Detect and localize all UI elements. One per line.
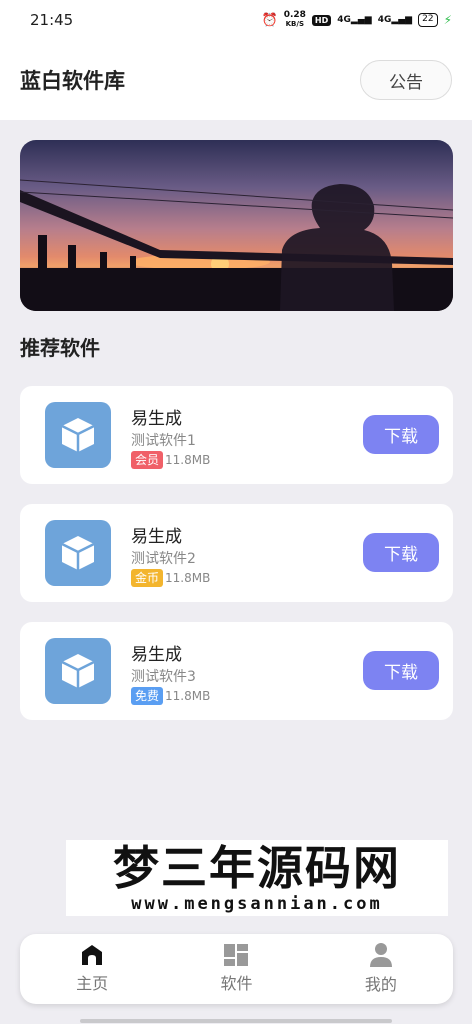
nav-label-software: 软件 <box>220 974 253 993</box>
home-indicator[interactable] <box>80 1019 392 1023</box>
cube-icon <box>45 638 111 704</box>
grid-icon <box>224 944 249 966</box>
banner-image[interactable] <box>20 140 453 311</box>
watermark-chinese: 梦三年源码网 <box>113 841 401 895</box>
app-card[interactable]: 易生成 测试软件1 会员 11.8MB 下载 <box>20 386 453 484</box>
app-meta: 会员 11.8MB <box>131 451 210 469</box>
status-icons: ⏰ 0.28 KB/S HD 4G▂▄▆ 4G▂▄▆ 22 ⚡ <box>262 11 452 29</box>
nav-label-profile: 我的 <box>364 975 397 994</box>
signal-1-label: 4G <box>337 15 351 25</box>
app-meta: 免费 11.8MB <box>131 687 210 705</box>
signal-icon-1: 4G▂▄▆ <box>337 15 372 25</box>
app-name: 易生成 <box>131 527 182 547</box>
nav-label-home: 主页 <box>76 974 109 993</box>
file-size: 11.8MB <box>165 571 211 585</box>
signal-icon-2: 4G▂▄▆ <box>377 15 413 25</box>
nav-item-profile[interactable]: 我的 <box>309 934 453 1004</box>
alarm-icon: ⏰ <box>261 12 278 28</box>
battery-icon: 22 <box>418 13 438 27</box>
app-name: 易生成 <box>131 645 182 665</box>
file-size: 11.8MB <box>165 689 211 703</box>
app-name: 易生成 <box>131 409 182 429</box>
notice-button[interactable]: 公告 <box>360 60 452 100</box>
user-icon <box>369 943 392 967</box>
page-title: 蓝白软件库 <box>20 69 125 93</box>
status-bar: 21:45 ⏰ 0.28 KB/S HD 4G▂▄▆ 4G▂▄▆ 22 ⚡ <box>0 0 472 40</box>
download-button[interactable]: 下载 <box>363 533 439 572</box>
download-button[interactable]: 下载 <box>363 415 439 454</box>
app-card[interactable]: 易生成 测试软件2 金币 11.8MB 下载 <box>20 504 453 602</box>
status-time: 21:45 <box>30 11 74 29</box>
section-title: 推荐软件 <box>20 336 100 360</box>
nav-item-software[interactable]: 软件 <box>164 934 308 1004</box>
app-description: 测试软件1 <box>131 433 196 449</box>
app-header: 蓝白软件库 公告 <box>0 40 472 120</box>
banner-illustration <box>20 179 453 311</box>
coin-badge: 金币 <box>131 569 164 587</box>
free-badge: 免费 <box>131 687 164 705</box>
nav-item-home[interactable]: 主页 <box>20 934 164 1004</box>
membership-badge: 会员 <box>131 451 164 469</box>
charging-icon: ⚡ <box>443 13 452 27</box>
hd-badge: HD <box>311 14 332 26</box>
app-meta: 金币 11.8MB <box>131 569 210 587</box>
app-description: 测试软件2 <box>131 551 196 567</box>
file-size: 11.8MB <box>165 453 211 467</box>
signal-2-label: 4G <box>377 15 392 25</box>
home-icon <box>82 945 103 965</box>
net-speed-unit: KB/S <box>285 20 304 28</box>
app-card[interactable]: 易生成 测试软件3 免费 11.8MB 下载 <box>20 622 453 720</box>
net-speed-value: 0.28 <box>283 10 306 20</box>
download-button[interactable]: 下载 <box>363 651 439 690</box>
net-speed: 0.28 KB/S <box>284 11 306 29</box>
watermark: 梦三年源码网 www.mengsannian.com <box>66 840 448 916</box>
cube-icon <box>45 402 111 468</box>
cube-icon <box>45 520 111 586</box>
app-description: 测试软件3 <box>131 669 196 685</box>
watermark-url: www.mengsannian.com <box>131 894 383 914</box>
bottom-nav: 主页 软件 我的 <box>20 934 453 1004</box>
